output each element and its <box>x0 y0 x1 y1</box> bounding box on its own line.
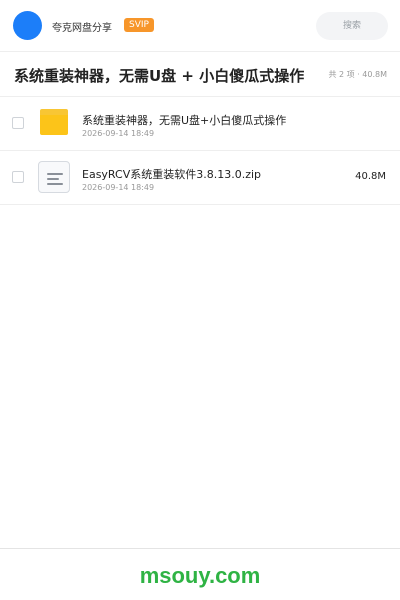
file-checkbox[interactable] <box>12 117 24 129</box>
file-date: 2026-09-14 18:49 <box>82 129 155 138</box>
file-row-folder[interactable]: 系统重装神器，无需U盘+小白傻瓜式操作 2026-09-14 18:49 <box>0 97 400 151</box>
folder-icon <box>40 109 68 135</box>
file-name[interactable]: EasyRCV系统重装软件3.8.13.0.zip <box>82 166 261 182</box>
file-row-zip[interactable]: EasyRCV系统重装软件3.8.13.0.zip 2026-09-14 18:… <box>0 151 400 205</box>
app-title: 夸克网盘分享 <box>52 23 112 34</box>
share-title-bar: 系统重装神器，无需U盘 + 小白傻瓜式操作 共 2 项 · 40.8M <box>0 52 400 97</box>
file-checkbox[interactable] <box>12 171 24 183</box>
share-summary: 共 2 项 · 40.8M <box>328 70 387 79</box>
top-header: 夸克网盘分享 SVIP 搜索 <box>0 0 400 52</box>
share-page: 夸克网盘分享 SVIP 搜索 系统重装神器，无需U盘 + 小白傻瓜式操作 共 2… <box>0 0 400 600</box>
svip-badge: SVIP <box>124 18 154 32</box>
search-input[interactable]: 搜索 <box>316 12 388 40</box>
page-title: 系统重装神器，无需U盘 + 小白傻瓜式操作 <box>14 67 305 85</box>
avatar[interactable] <box>13 11 42 40</box>
watermark: msouy.com <box>139 563 261 588</box>
file-date: 2026-09-14 18:49 <box>82 183 155 192</box>
file-name[interactable]: 系统重装神器，无需U盘+小白傻瓜式操作 <box>82 112 286 128</box>
footer-bar: msouy.com <box>0 548 400 600</box>
zip-file-icon <box>38 161 70 193</box>
file-size: 40.8M <box>355 171 386 182</box>
